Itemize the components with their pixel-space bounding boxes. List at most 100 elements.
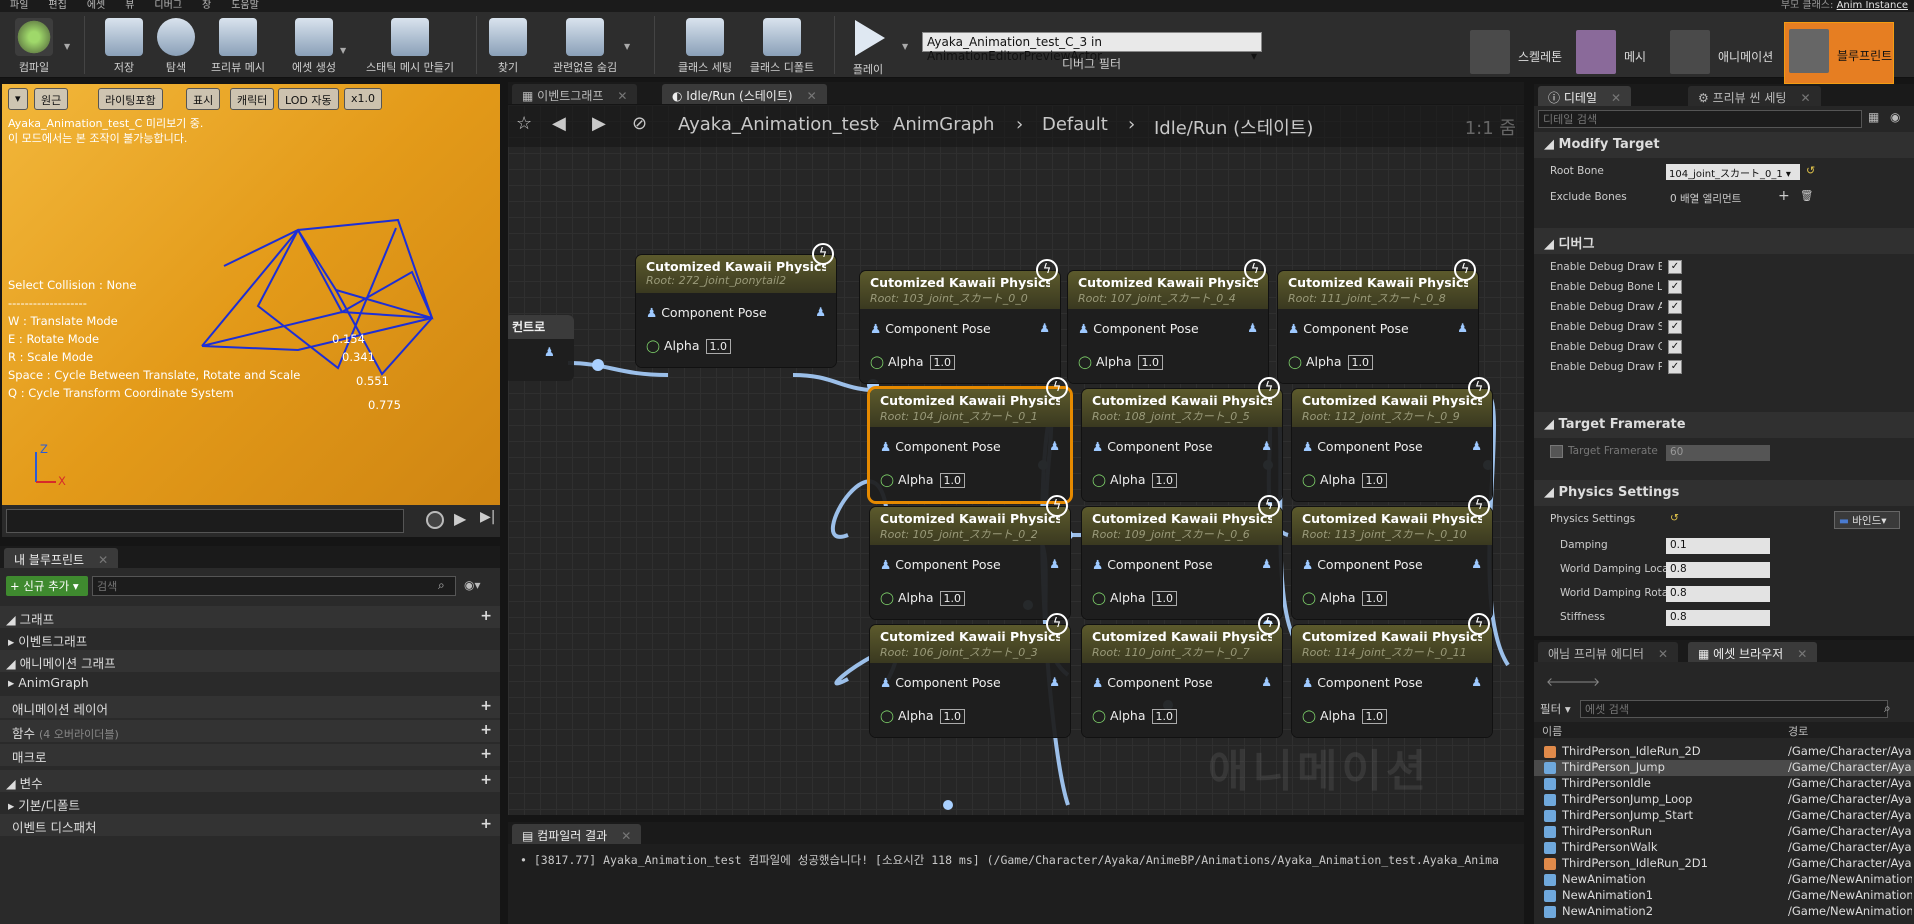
- section-animation-layers[interactable]: 애니메이션 레이어 +: [0, 696, 500, 718]
- hide-unrelated-chevron-icon[interactable]: ▼: [624, 42, 630, 51]
- component-pose-pin[interactable]: ♟ Component Pose: [880, 675, 1001, 690]
- kawaii-physics-node[interactable]: Cutomized Kawaii Physics Root: 110_joint_…: [1082, 625, 1282, 737]
- add-new-button[interactable]: + 신규 추가 ▾: [6, 576, 88, 596]
- output-pose-pin-icon[interactable]: ♟: [1039, 321, 1050, 335]
- kawaii-physics-node[interactable]: Cutomized Kawaii Physics Root: 109_joint_…: [1082, 507, 1282, 619]
- menu-item[interactable]: 에셋: [87, 0, 105, 11]
- physics-field-input[interactable]: 0.8: [1666, 610, 1770, 626]
- alpha-value[interactable]: 1.0: [705, 339, 732, 354]
- play-options-chevron-icon[interactable]: ▼: [902, 42, 908, 51]
- output-pose-pin-icon[interactable]: ♟: [1261, 557, 1272, 571]
- kawaii-physics-node[interactable]: Cutomized Kawaii Physics Root: 114_joint_…: [1292, 625, 1492, 737]
- add-macro-icon[interactable]: +: [480, 746, 492, 762]
- add-element-icon[interactable]: +: [1778, 188, 1790, 204]
- class-settings-button[interactable]: 클래스 세팅: [668, 16, 742, 76]
- section-variables[interactable]: ◢ 변수 +: [0, 770, 500, 792]
- alpha-pin[interactable]: ◯ Alpha 1.0: [1302, 708, 1388, 724]
- physics-field-input[interactable]: 0.8: [1666, 586, 1770, 602]
- kawaii-physics-node[interactable]: Cutomized Kawaii Physics Root: 103_joint_…: [860, 271, 1060, 383]
- debug-option-checkbox[interactable]: ✓: [1668, 260, 1682, 274]
- component-pose-pin[interactable]: ♟ Component Pose: [870, 321, 991, 336]
- section-graphs[interactable]: ◢ 그래프 +: [0, 606, 500, 628]
- alpha-value[interactable]: 1.0: [1151, 591, 1178, 606]
- create-asset-chevron-icon[interactable]: ▼: [340, 46, 346, 55]
- asset-row[interactable]: ThirdPerson_Jump/Game/Character/Aya: [1534, 760, 1914, 776]
- component-pose-pin[interactable]: ♟ Component Pose: [1092, 439, 1213, 454]
- kawaii-physics-node[interactable]: Cutomized Kawaii Physics Root: 113_joint_…: [1292, 507, 1492, 619]
- trash-icon[interactable]: 🗑: [1800, 189, 1813, 202]
- root-bone-select[interactable]: 104_joint_スカート_0_1 ▾: [1666, 164, 1800, 180]
- mode-animation[interactable]: 애니메이션: [1666, 24, 1784, 84]
- reset-arrow-icon[interactable]: ↺: [1670, 512, 1679, 524]
- kawaii-physics-node[interactable]: Cutomized Kawaii Physics Root: 104_joint_…: [870, 389, 1070, 501]
- blueprint-search-input[interactable]: [92, 576, 456, 596]
- alpha-pin[interactable]: ◯ Alpha 1.0: [1302, 590, 1388, 606]
- parent-class-link[interactable]: Anim Instance: [1837, 0, 1908, 11]
- target-framerate-field[interactable]: 60: [1666, 445, 1770, 461]
- column-name[interactable]: 이름: [1542, 723, 1562, 739]
- close-icon[interactable]: ✕: [617, 89, 627, 103]
- alpha-pin[interactable]: ◯ Alpha 1.0: [1288, 354, 1374, 370]
- asset-row[interactable]: ThirdPersonRun/Game/Character/Aya: [1534, 824, 1914, 840]
- find-button[interactable]: 찾기: [476, 16, 540, 76]
- alpha-value[interactable]: 1.0: [1151, 473, 1178, 488]
- alpha-pin[interactable]: ◯ Alpha 1.0: [880, 472, 966, 488]
- output-pose-pin-icon[interactable]: ♟: [1049, 675, 1060, 689]
- alpha-pin[interactable]: ◯ Alpha 1.0: [880, 590, 966, 606]
- section-physics-settings[interactable]: ◢ Physics Settings: [1534, 480, 1914, 506]
- play-icon[interactable]: ▶: [454, 509, 466, 528]
- menu-item[interactable]: 뷰: [125, 0, 134, 11]
- alpha-value[interactable]: 1.0: [1361, 473, 1388, 488]
- compile-button[interactable]: 컴파일: [2, 16, 66, 76]
- preview-mesh-button[interactable]: 프리뷰 메시: [206, 16, 270, 76]
- asset-row[interactable]: ThirdPerson_IdleRun_2D/Game/Character/Ay…: [1534, 744, 1914, 760]
- close-icon[interactable]: ✕: [1800, 91, 1810, 105]
- alpha-pin[interactable]: ◯ Alpha 1.0: [880, 708, 966, 724]
- component-pose-pin[interactable]: ♟ Component Pose: [880, 557, 1001, 572]
- item-event-graph[interactable]: ▸ 이벤트그래프: [0, 628, 500, 650]
- tab-details[interactable]: ⓘ 디테일 ✕: [1538, 86, 1632, 106]
- anim-graph-canvas[interactable]: ☆ ◀ ▶ ⊘ Ayaka_Animation_test › AnimGraph…: [508, 105, 1524, 815]
- debug-option-checkbox[interactable]: ✓: [1668, 360, 1682, 374]
- browse-button[interactable]: 탐색: [144, 16, 208, 76]
- alpha-pin[interactable]: ◯ Alpha 1.0: [1078, 354, 1164, 370]
- step-forward-icon[interactable]: ▶|: [480, 509, 495, 525]
- asset-row[interactable]: ThirdPersonIdle/Game/Character/Aya: [1534, 776, 1914, 792]
- output-pose-pin-icon[interactable]: ♟: [1471, 675, 1482, 689]
- mode-blueprint[interactable]: 블루프린트: [1784, 22, 1894, 84]
- asset-row[interactable]: NewAnimation1/Game/NewAnimation: [1534, 888, 1914, 904]
- debug-option-checkbox[interactable]: ✓: [1668, 280, 1682, 294]
- section-debug[interactable]: ◢ 디버그: [1534, 228, 1914, 254]
- output-pose-pin-icon[interactable]: ♟: [1471, 557, 1482, 571]
- alpha-pin[interactable]: ◯ Alpha 1.0: [870, 354, 956, 370]
- column-path[interactable]: 경로: [1788, 723, 1808, 739]
- add-dispatcher-icon[interactable]: +: [480, 816, 492, 832]
- section-macros[interactable]: 매크로 +: [0, 744, 500, 766]
- mode-mesh[interactable]: 메시: [1572, 24, 1670, 84]
- kawaii-physics-node[interactable]: Cutomized Kawaii Physics Root: 112_joint_…: [1292, 389, 1492, 501]
- alpha-value[interactable]: 1.0: [929, 355, 956, 370]
- close-icon[interactable]: ✕: [807, 89, 817, 103]
- component-pose-pin[interactable]: ♟ Component Pose: [1092, 557, 1213, 572]
- preview-viewport[interactable]: ▾ 원근 라이팅포함 표시 캐릭터 LOD 자동 x1.0 Ayaka_Anim…: [2, 84, 500, 505]
- alpha-pin[interactable]: ◯ Alpha 1.0: [646, 338, 732, 354]
- details-search-input[interactable]: [1538, 110, 1862, 128]
- create-asset-button[interactable]: 에셋 생성: [282, 16, 346, 76]
- alpha-value[interactable]: 1.0: [1361, 709, 1388, 724]
- component-pose-pin[interactable]: ♟ Component Pose: [646, 305, 767, 320]
- output-pose-pin-icon[interactable]: ♟: [1049, 557, 1060, 571]
- section-animation-graphs[interactable]: ◢ 애니메이션 그래프: [0, 650, 500, 672]
- output-pose-pin-icon[interactable]: ♟: [1247, 321, 1258, 335]
- class-defaults-button[interactable]: 클래스 디폴트: [744, 16, 820, 76]
- kawaii-physics-node[interactable]: Cutomized Kawaii Physics Root: 107_joint_…: [1068, 271, 1268, 383]
- output-pose-pin-icon[interactable]: ♟: [1261, 439, 1272, 453]
- alpha-pin[interactable]: ◯ Alpha 1.0: [1092, 590, 1178, 606]
- section-functions[interactable]: 함수 (4 오버라이더블) +: [0, 720, 500, 742]
- close-icon[interactable]: ✕: [1658, 647, 1668, 661]
- section-target-framerate[interactable]: ◢ Target Framerate: [1534, 412, 1914, 438]
- add-layer-icon[interactable]: +: [480, 698, 492, 714]
- alpha-pin[interactable]: ◯ Alpha 1.0: [1092, 472, 1178, 488]
- menu-item[interactable]: 도움말: [231, 0, 259, 11]
- component-pose-pin[interactable]: ♟ Component Pose: [1092, 675, 1213, 690]
- output-pose-pin-icon[interactable]: ♟: [1471, 439, 1482, 453]
